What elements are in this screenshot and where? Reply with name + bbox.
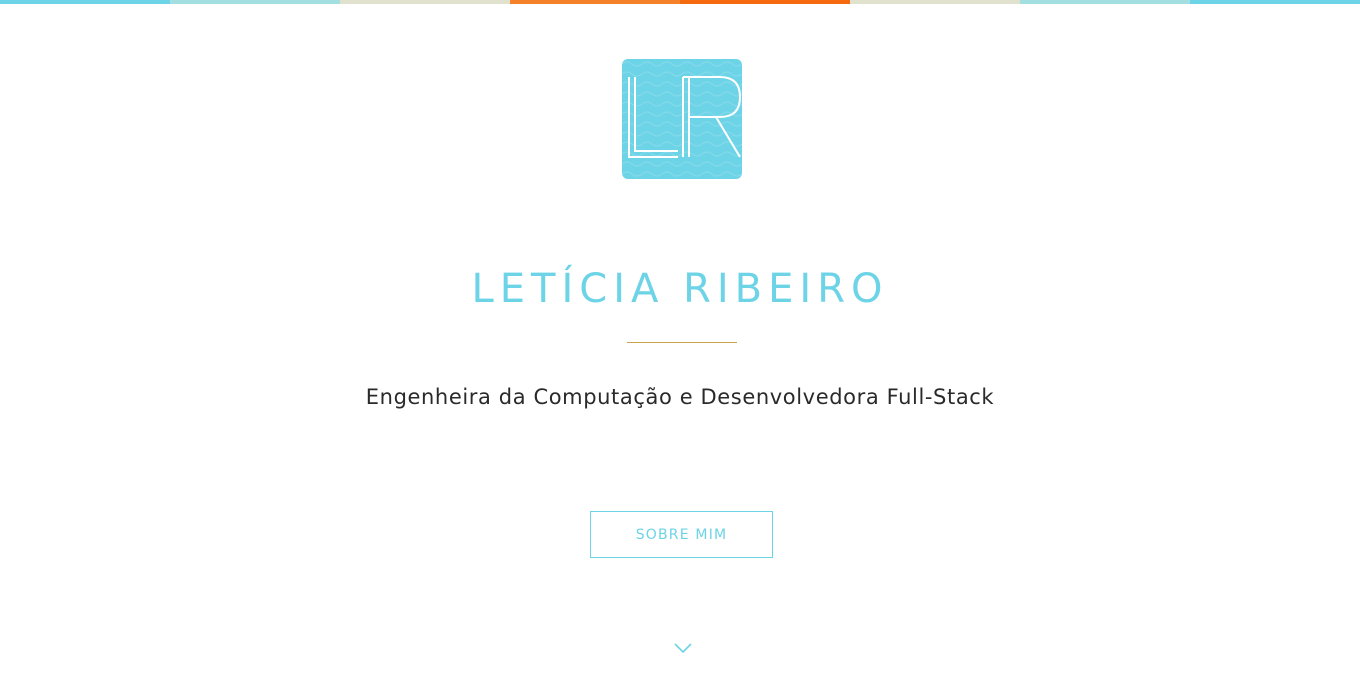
logo [622, 59, 742, 179]
top-bar-segment [1190, 0, 1360, 4]
top-bar-segment [1020, 0, 1190, 4]
about-me-button[interactable]: SOBRE MIM [590, 511, 773, 558]
top-bar-segment [340, 0, 510, 4]
top-color-bar [0, 0, 1360, 4]
top-bar-segment [850, 0, 1020, 4]
chevron-down-icon[interactable] [672, 640, 694, 656]
top-bar-segment [170, 0, 340, 4]
title-divider [627, 342, 737, 343]
top-bar-segment [510, 0, 680, 4]
lr-monogram-logo [622, 59, 742, 179]
top-bar-segment [680, 0, 850, 4]
subtitle: Engenheira da Computação e Desenvolvedor… [365, 385, 995, 409]
page-title: LETÍCIA RIBEIRO [471, 266, 889, 312]
top-bar-segment [0, 0, 170, 4]
